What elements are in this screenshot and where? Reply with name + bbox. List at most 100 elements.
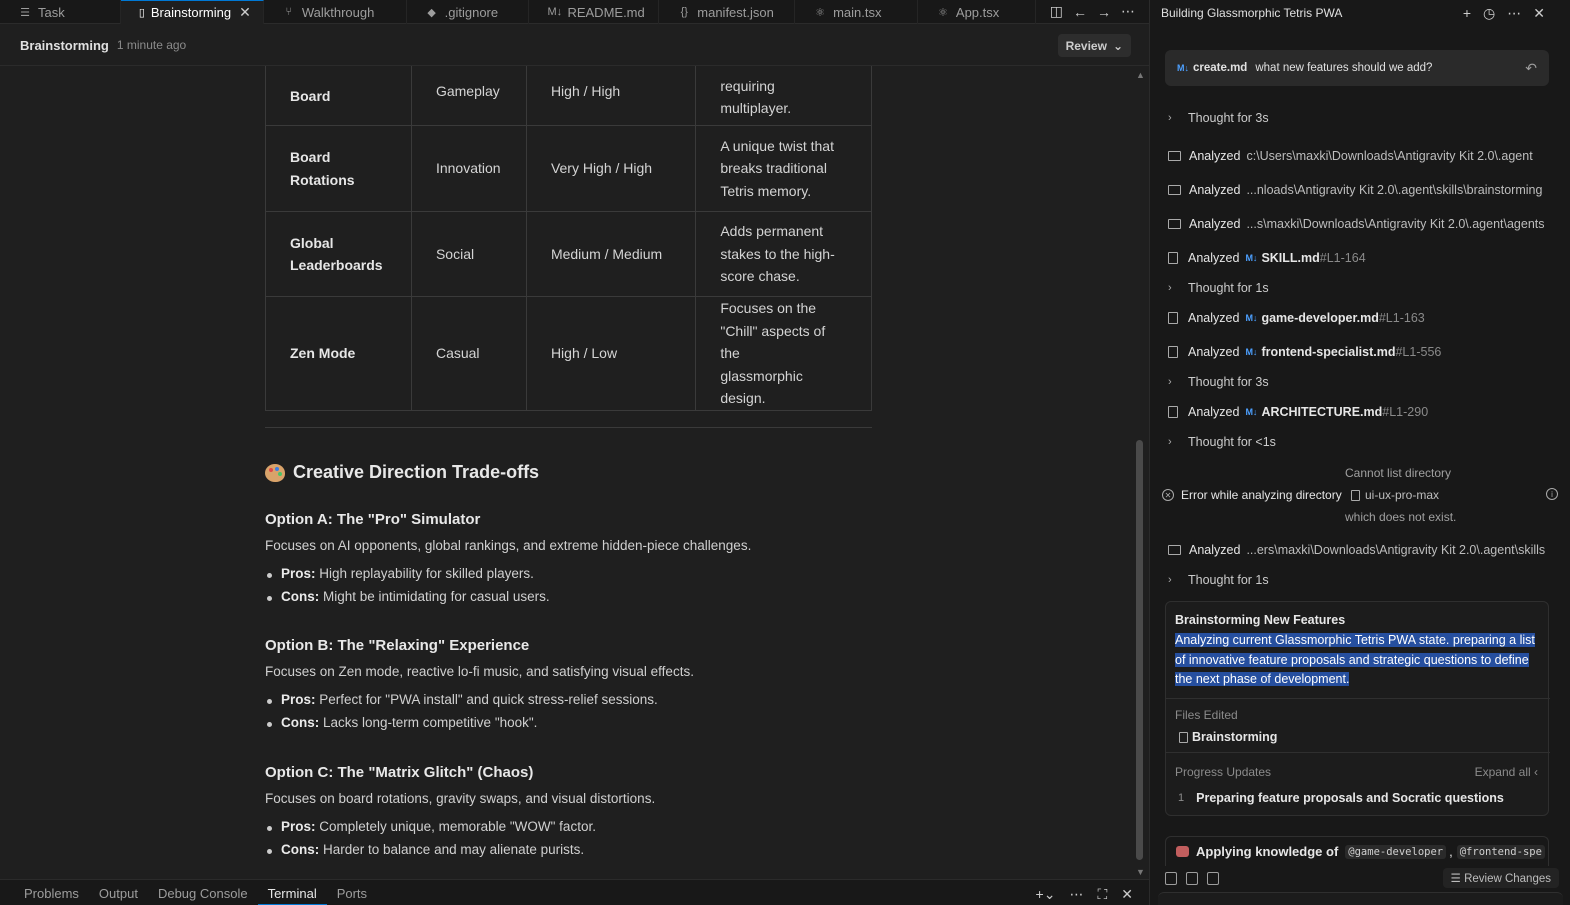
tab-app-tsx[interactable]: ⚛ App.tsx xyxy=(918,0,1036,24)
more-actions-icon[interactable]: ⋯ xyxy=(1121,3,1135,20)
table-cell: Very High / High xyxy=(525,125,697,212)
document-body[interactable]: Board Gameplay High / High requiring multipl… xyxy=(0,66,1149,879)
thought-step[interactable]: › Thought for 1s xyxy=(1168,573,1269,587)
thought-step[interactable]: › Thought for 1s xyxy=(1168,281,1269,295)
table-row: Board Rotations Innovation Very High / High… xyxy=(265,125,872,212)
review-changes-button[interactable]: ☰ Review Changes xyxy=(1442,868,1559,888)
edited-file-name: Brainstorming xyxy=(1192,730,1278,744)
tab-manifest-json[interactable]: {} manifest.json xyxy=(659,0,796,24)
file-icon[interactable] xyxy=(1165,871,1177,885)
table-cell: Gameplay xyxy=(410,66,527,126)
document-timestamp: 1 minute ago xyxy=(116,38,187,52)
agent-tag: @frontend-spe xyxy=(1456,844,1545,859)
chevron-right-icon: › xyxy=(1168,376,1172,388)
pros-label: Pros: xyxy=(281,692,316,707)
panel-tab-output[interactable]: Output xyxy=(89,883,148,905)
expand-all-label: Expand all xyxy=(1474,765,1531,779)
edited-file-link[interactable]: Brainstorming xyxy=(1179,730,1277,744)
info-icon[interactable]: i xyxy=(1546,488,1558,500)
new-chat-icon[interactable]: + xyxy=(1463,5,1471,22)
panel-tab-terminal[interactable]: Terminal xyxy=(257,883,327,905)
scrollbar-thumb[interactable] xyxy=(1136,440,1143,860)
more-options-icon[interactable]: ⋯ xyxy=(1507,5,1521,22)
mcp-icon[interactable] xyxy=(1207,871,1219,885)
history-icon[interactable]: ◷ xyxy=(1483,5,1495,22)
thought-step[interactable]: › Thought for <1s xyxy=(1168,435,1276,449)
file-icon xyxy=(1168,406,1178,418)
analyzed-step[interactable]: Analyzed M↓ SKILL.md #L1-164 xyxy=(1168,251,1366,265)
scroll-up-icon[interactable]: ▲ xyxy=(1136,70,1145,80)
table-cell: Board Rotations xyxy=(265,125,412,212)
progress-item-text: Preparing feature proposals and Socratic… xyxy=(1196,791,1504,805)
close-icon[interactable]: ✕ xyxy=(1533,5,1545,22)
cell-line: requiring xyxy=(720,77,775,94)
tab-main-tsx[interactable]: ⚛ main.tsx xyxy=(795,0,918,24)
analyzed-step[interactable]: Analyzed M↓ frontend-specialist.md #L1-556 xyxy=(1168,345,1441,359)
task-card-title: Brainstorming New Features xyxy=(1175,613,1346,627)
image-icon[interactable] xyxy=(1186,871,1198,885)
panel-tab-ports[interactable]: Ports xyxy=(327,883,377,905)
table-cell: Medium / Medium xyxy=(525,211,697,297)
panel-tab-problems[interactable]: Problems xyxy=(14,883,89,905)
file-icon xyxy=(1168,252,1178,264)
error-directory[interactable]: ui-ux-pro-max xyxy=(1351,488,1439,502)
analyzed-step[interactable]: Analyzed ...nloads\Antigravity Kit 2.0\.a… xyxy=(1168,183,1542,197)
table-cell: Casual xyxy=(410,296,527,411)
cell-line: Adds permanent xyxy=(720,223,824,240)
analyzed-label: Analyzed xyxy=(1189,543,1241,557)
go-forward-icon[interactable]: → xyxy=(1097,4,1111,20)
review-button-label: Review xyxy=(1065,38,1107,53)
analyzed-step[interactable]: Analyzed M↓ game-developer.md #L1-163 xyxy=(1168,311,1425,325)
more-actions-icon[interactable]: ⋯ xyxy=(1069,886,1083,903)
folder-icon xyxy=(1168,185,1181,195)
analyzed-step[interactable]: Analyzed ...s\maxki\Downloads\Antigravity… xyxy=(1168,217,1545,231)
expand-all-button[interactable]: Expand all ‹ xyxy=(1475,765,1538,779)
file-type-icon: {} xyxy=(680,6,688,18)
close-panel-icon[interactable]: ✕ xyxy=(1121,886,1133,903)
analyzed-step[interactable]: Analyzed c:\Users\maxki\Downloads\Antigra… xyxy=(1168,149,1533,163)
thought-step[interactable]: › Thought for 3s xyxy=(1168,111,1269,125)
table-row: Board Gameplay High / High requiring multipl… xyxy=(265,66,872,126)
split-editor-icon[interactable]: ◫ xyxy=(1050,3,1063,20)
option-description: Focuses on AI opponents, global rankings… xyxy=(265,538,752,553)
scroll-down-icon[interactable]: ▼ xyxy=(1136,867,1145,877)
review-changes-label: Review Changes xyxy=(1464,873,1551,885)
thought-label: Thought for 3s xyxy=(1188,375,1269,389)
panel-tab-debug-console[interactable]: Debug Console xyxy=(148,883,258,905)
tab-walkthrough[interactable]: ⑂ Walkthrough xyxy=(264,0,407,24)
tab-task[interactable]: ☰ Task xyxy=(0,0,121,24)
new-terminal-icon[interactable]: +⌄ xyxy=(1036,886,1056,903)
section-heading: Creative Direction Trade-offs xyxy=(265,462,539,483)
maximize-panel-icon[interactable]: ⛶ xyxy=(1097,886,1107,903)
file-type-icon: ☰ xyxy=(20,6,30,19)
analyzed-label: Analyzed xyxy=(1188,311,1240,325)
tab-readme-md[interactable]: M↓ README.md xyxy=(529,0,660,24)
file-type-icon: ⑂ xyxy=(285,6,293,18)
review-button[interactable]: Review ⌄ xyxy=(1057,34,1131,57)
close-tab-icon[interactable]: ✕ xyxy=(239,4,251,21)
editor-scrollbar[interactable]: ▲ ▼ xyxy=(1133,66,1147,879)
error-directory-name: ui-ux-pro-max xyxy=(1365,488,1440,502)
analyzed-step[interactable]: Analyzed ...ers\maxki\Downloads\Antigravi… xyxy=(1168,543,1545,557)
tab-brainstorming[interactable]: ▯ Brainstorming ✕ xyxy=(120,0,264,24)
divider xyxy=(1166,698,1550,699)
pros-text: Perfect for "PWA install" and quick stre… xyxy=(315,692,658,707)
user-query[interactable]: M↓ create.md what new features should we… xyxy=(1165,50,1549,86)
chat-input[interactable] xyxy=(1158,892,1563,905)
editor-area: ☰ Task ▯ Brainstorming ✕ ⑂ Walkthrough ◆ .gitign… xyxy=(0,0,1149,905)
divider xyxy=(1166,752,1550,753)
line-range: #L1-163 xyxy=(1378,311,1425,325)
progress-item[interactable]: 1 Preparing feature proposals and Socrat… xyxy=(1178,791,1504,805)
query-text: what new features should we add? xyxy=(1255,62,1433,74)
analyzed-step[interactable]: Analyzed M↓ ARCHITECTURE.md #L1-290 xyxy=(1168,405,1428,419)
ide-window: ☰ Task ▯ Brainstorming ✕ ⑂ Walkthrough ◆ .gitign… xyxy=(0,0,1570,905)
go-back-icon[interactable]: ← xyxy=(1073,4,1087,20)
undo-icon[interactable]: ↶ xyxy=(1525,60,1537,77)
tab-gitignore[interactable]: ◆ .gitignore xyxy=(407,0,530,24)
thought-step[interactable]: › Thought for 3s xyxy=(1168,375,1269,389)
task-summary[interactable]: Analyzing current Glassmorphic Tetris PW… xyxy=(1175,631,1535,690)
cell-line: Board xyxy=(290,87,331,104)
tab-label: Walkthrough xyxy=(301,4,375,20)
tab-label: README.md xyxy=(567,4,645,20)
table-cell: Board xyxy=(265,66,412,126)
